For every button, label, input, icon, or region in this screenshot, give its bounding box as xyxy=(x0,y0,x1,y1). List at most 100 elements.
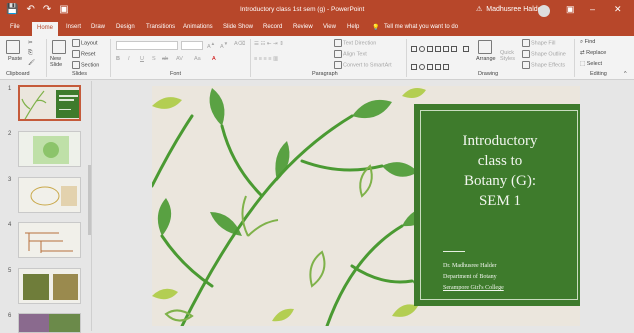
ribbon: Paste ✂ ⎘ 🖌 Clipboard New Slide Layout R… xyxy=(0,36,634,80)
ribbon-display-icon[interactable]: ▣ xyxy=(566,4,575,15)
shapes-gallery[interactable] xyxy=(410,40,474,70)
slide-canvas[interactable]: Introductory class to Botany (G): SEM 1 … xyxy=(152,86,580,326)
paste-icon[interactable] xyxy=(6,40,21,54)
select-button[interactable]: ⬚ Select xyxy=(580,61,602,67)
shrink-font-icon[interactable]: A▼ xyxy=(220,41,228,50)
font-size-combo[interactable] xyxy=(181,41,203,50)
title-divider xyxy=(443,251,465,252)
user-name: Madhusree Halder xyxy=(486,5,544,13)
underline-button[interactable]: U xyxy=(140,56,144,62)
format-painter-icon[interactable]: 🖌 xyxy=(28,60,35,66)
shadow-button[interactable]: S xyxy=(152,56,156,62)
thumbnails-scrollbar[interactable] xyxy=(88,165,91,235)
window-title: Introductory class 1st sem (g) - PowerPo… xyxy=(240,6,365,13)
ribbon-tabs: File Home Insert Draw Design Transitions… xyxy=(0,22,634,36)
text-direction-button[interactable]: Text Direction xyxy=(334,39,376,47)
shape-fill-button[interactable]: Shape Fill xyxy=(522,39,555,47)
new-slide-button[interactable]: New Slide xyxy=(50,56,68,68)
drawing-group-label: Drawing xyxy=(478,71,499,77)
search-icon: ⌕ xyxy=(580,39,584,45)
change-case-button[interactable]: Aa xyxy=(194,56,201,62)
tab-view[interactable]: View xyxy=(323,24,336,30)
tab-draw[interactable]: Draw xyxy=(91,24,105,30)
slide-number: 4 xyxy=(8,222,12,228)
college-name[interactable]: Serampore Girl's College xyxy=(443,285,504,291)
slide-number: 1 xyxy=(8,86,12,92)
slide-thumbnails-pane: 1 2 3 4 5 6 xyxy=(0,81,92,333)
tab-home[interactable]: Home xyxy=(32,22,59,36)
font-name-combo[interactable] xyxy=(116,41,178,50)
paste-button[interactable]: Paste xyxy=(8,56,22,62)
grow-font-icon[interactable]: A▲ xyxy=(207,41,215,50)
tab-help[interactable]: Help xyxy=(347,24,359,30)
tab-record[interactable]: Record xyxy=(263,24,282,30)
layout-button[interactable]: Layout xyxy=(72,39,98,47)
present-icon[interactable]: ▣ xyxy=(59,4,68,15)
tab-insert[interactable]: Insert xyxy=(66,24,81,30)
convert-smartart-button[interactable]: Convert to SmartArt xyxy=(334,61,392,69)
quick-access-toolbar: 💾 ↶ ↷ ▣ xyxy=(6,4,69,15)
close-button[interactable]: ✕ xyxy=(614,4,622,15)
find-button[interactable]: ⌕ Find xyxy=(580,39,595,46)
align-icons[interactable]: ≡ ≡ ≡ ≡ ▥ xyxy=(254,56,278,62)
save-icon[interactable]: 💾 xyxy=(6,4,18,15)
char-spacing-button[interactable]: AV xyxy=(176,56,183,62)
reset-button[interactable]: Reset xyxy=(72,50,95,58)
slide-thumbnail-5[interactable] xyxy=(18,268,81,304)
align-text-button[interactable]: Align Text xyxy=(334,50,367,58)
slides-group-label: Slides xyxy=(72,71,87,77)
slide-thumbnail-2[interactable] xyxy=(18,131,81,167)
department-name[interactable]: Department of Botany xyxy=(443,274,497,280)
title-placeholder[interactable]: Introductory class to Botany (G): SEM 1 … xyxy=(414,104,580,306)
quick-styles-button[interactable]: Quick Styles xyxy=(500,50,518,62)
minimize-button[interactable]: – xyxy=(590,4,595,14)
clipboard-group-label: Clipboard xyxy=(6,71,30,77)
replace-button[interactable]: ⇄ Replace xyxy=(580,50,606,56)
slide-thumbnail-1[interactable] xyxy=(18,85,81,121)
font-group-label: Font xyxy=(170,71,182,77)
avatar[interactable] xyxy=(538,5,550,17)
slide-thumbnail-4[interactable] xyxy=(18,222,81,258)
bold-button[interactable]: B xyxy=(116,56,120,62)
tab-design[interactable]: Design xyxy=(116,24,135,30)
undo-icon[interactable]: ↶ xyxy=(26,4,34,15)
slide-number: 5 xyxy=(8,268,12,274)
bullets-icon[interactable]: ☰ ☷ ⇤ ⇥ ⇕ xyxy=(254,41,284,47)
replace-icon: ⇄ xyxy=(580,50,585,56)
slide-title[interactable]: Introductory class to Botany (G): SEM 1 xyxy=(421,131,579,211)
tell-me-input[interactable]: Tell me what you want to do xyxy=(384,24,458,30)
user-account[interactable]: ⚠ Madhusree Halder xyxy=(476,5,544,14)
select-icon: ⬚ xyxy=(580,61,586,67)
tab-slide-show[interactable]: Slide Show xyxy=(223,24,253,30)
shape-outline-button[interactable]: Shape Outline xyxy=(522,50,566,58)
section-button[interactable]: Section xyxy=(72,61,99,69)
shape-effects-button[interactable]: Shape Effects xyxy=(522,61,565,69)
tab-transitions[interactable]: Transitions xyxy=(146,24,175,30)
cut-icon[interactable]: ✂ xyxy=(28,40,33,46)
tab-review[interactable]: Review xyxy=(293,24,313,30)
warning-icon: ⚠ xyxy=(476,6,483,13)
slide-number: 3 xyxy=(8,177,12,183)
redo-icon[interactable]: ↷ xyxy=(43,4,51,15)
title-frame: Introductory class to Botany (G): SEM 1 … xyxy=(420,110,578,300)
collapse-ribbon-icon[interactable]: ^ xyxy=(624,71,627,77)
font-color-button[interactable]: A xyxy=(212,56,216,62)
tab-animations[interactable]: Animations xyxy=(183,24,213,30)
editing-group-label: Editing xyxy=(590,71,607,77)
slide-number: 6 xyxy=(8,313,12,319)
slide-thumbnail-3[interactable] xyxy=(18,177,81,213)
strikethrough-button[interactable]: ab xyxy=(162,56,168,62)
slide-number: 2 xyxy=(8,131,12,137)
author-name[interactable]: Dr. Madhusree Halder xyxy=(443,263,496,269)
paragraph-group-label: Paragraph xyxy=(312,71,338,77)
arrange-button[interactable]: Arrange xyxy=(476,56,496,62)
title-bar: 💾 ↶ ↷ ▣ Introductory class 1st sem (g) -… xyxy=(0,0,634,22)
clear-format-icon[interactable]: A⌫ xyxy=(234,41,245,47)
new-slide-icon[interactable] xyxy=(52,40,67,54)
lightbulb-icon: 💡 xyxy=(372,25,380,31)
arrange-icon[interactable] xyxy=(478,40,493,54)
copy-icon[interactable]: ⎘ xyxy=(28,50,32,57)
slide-thumbnail-6[interactable] xyxy=(18,313,81,333)
tab-file[interactable]: File xyxy=(10,24,20,30)
italic-button[interactable]: I xyxy=(128,56,130,62)
